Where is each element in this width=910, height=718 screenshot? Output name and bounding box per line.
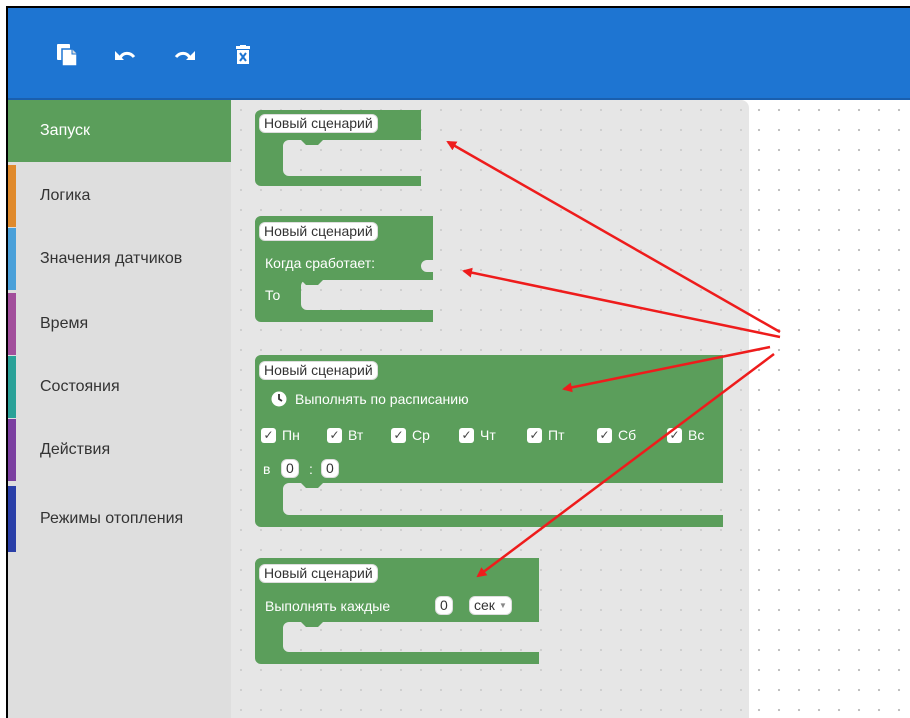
category-heating-modes[interactable]: Режимы отопления bbox=[8, 486, 231, 552]
minute-field[interactable]: 0 bbox=[321, 459, 339, 478]
at-label: в bbox=[263, 461, 271, 477]
day-checkbox-mon[interactable]: ✓ Пн bbox=[261, 427, 300, 443]
day-label: Сб bbox=[618, 427, 637, 443]
category-color-bar bbox=[8, 165, 16, 227]
category-label: Режимы отопления bbox=[40, 510, 184, 527]
redo-icon[interactable] bbox=[172, 42, 198, 68]
checkmark-icon: ✓ bbox=[261, 427, 276, 443]
checkmark-icon: ✓ bbox=[597, 427, 612, 443]
category-color-bar bbox=[8, 228, 16, 290]
day-label: Пн bbox=[282, 427, 300, 443]
day-label: Пт bbox=[548, 427, 565, 443]
category-label: Состояния bbox=[40, 378, 120, 395]
clock-icon bbox=[271, 391, 287, 407]
category-color-bar bbox=[8, 100, 16, 162]
checkmark-icon: ✓ bbox=[459, 427, 474, 443]
scenario-name-field[interactable]: Новый сценарий bbox=[259, 361, 378, 380]
category-label: Время bbox=[40, 315, 89, 332]
day-checkbox-fri[interactable]: ✓ Пт bbox=[527, 427, 564, 443]
block-shape bbox=[255, 355, 723, 527]
scenario-block-interval[interactable]: Новый сценарий Выполнять каждые 0 сек ▼ bbox=[255, 558, 543, 670]
day-checkbox-thu[interactable]: ✓ Чт bbox=[459, 427, 496, 443]
paste-icon[interactable] bbox=[54, 42, 80, 68]
day-label: Чт bbox=[480, 427, 496, 443]
undo-icon[interactable] bbox=[112, 42, 138, 68]
when-triggered-label: Когда сработает: bbox=[265, 255, 375, 271]
app-frame: Запуск Логика Значения датчиков Время Со… bbox=[6, 6, 910, 718]
category-logic[interactable]: Логика bbox=[8, 165, 231, 227]
scenario-name-field[interactable]: Новый сценарий bbox=[259, 222, 378, 241]
hour-field[interactable]: 0 bbox=[281, 459, 299, 478]
dropdown-arrow-icon: ▼ bbox=[499, 601, 507, 610]
unit-label: сек bbox=[474, 597, 495, 613]
workspace-canvas[interactable] bbox=[749, 100, 910, 718]
run-every-label: Выполнять каждые bbox=[265, 598, 391, 614]
category-sidebar: Запуск Логика Значения датчиков Время Со… bbox=[8, 100, 231, 718]
checkmark-icon: ✓ bbox=[391, 427, 406, 443]
day-checkbox-sun[interactable]: ✓ Вс bbox=[667, 427, 704, 443]
category-label: Логика bbox=[40, 187, 91, 204]
scenario-block-basic[interactable]: Новый сценарий bbox=[255, 110, 425, 190]
checkmark-icon: ✓ bbox=[327, 427, 342, 443]
category-color-bar bbox=[8, 356, 16, 418]
interval-value-field[interactable]: 0 bbox=[435, 596, 453, 615]
unit-dropdown[interactable]: сек ▼ bbox=[469, 596, 512, 615]
category-label: Значения датчиков bbox=[40, 250, 183, 267]
day-checkbox-sat[interactable]: ✓ Сб bbox=[597, 427, 636, 443]
day-label: Вт bbox=[348, 427, 364, 443]
category-color-bar bbox=[8, 486, 16, 552]
time-separator: : bbox=[309, 461, 313, 477]
scenario-block-schedule[interactable]: Новый сценарий Выполнять по расписанию ✓… bbox=[255, 355, 727, 531]
category-label: Запуск bbox=[40, 122, 91, 139]
then-label: То bbox=[265, 287, 281, 303]
scenario-name-field[interactable]: Новый сценарий bbox=[259, 564, 378, 583]
day-checkbox-tue[interactable]: ✓ Вт bbox=[327, 427, 363, 443]
toolbar bbox=[8, 8, 910, 100]
scenario-name-field[interactable]: Новый сценарий bbox=[259, 114, 378, 133]
category-color-bar bbox=[8, 293, 16, 355]
category-time[interactable]: Время bbox=[8, 293, 231, 355]
category-label: Действия bbox=[40, 441, 111, 458]
category-color-bar bbox=[8, 419, 16, 481]
day-label: Вс bbox=[688, 427, 705, 443]
block-flyout: Новый сценарий Новый сценарий Когда сраб… bbox=[231, 100, 749, 718]
checkmark-icon: ✓ bbox=[527, 427, 542, 443]
category-actions[interactable]: Действия bbox=[8, 419, 231, 481]
delete-icon[interactable] bbox=[230, 42, 256, 68]
category-states[interactable]: Состояния bbox=[8, 356, 231, 418]
day-checkbox-wed[interactable]: ✓ Ср bbox=[391, 427, 430, 443]
day-label: Ср bbox=[412, 427, 430, 443]
checkmark-icon: ✓ bbox=[667, 427, 682, 443]
category-start[interactable]: Запуск bbox=[8, 100, 231, 162]
category-sensor-values[interactable]: Значения датчиков bbox=[8, 228, 231, 290]
scenario-block-trigger[interactable]: Новый сценарий Когда сработает: То bbox=[255, 216, 437, 328]
schedule-label: Выполнять по расписанию bbox=[295, 391, 469, 407]
